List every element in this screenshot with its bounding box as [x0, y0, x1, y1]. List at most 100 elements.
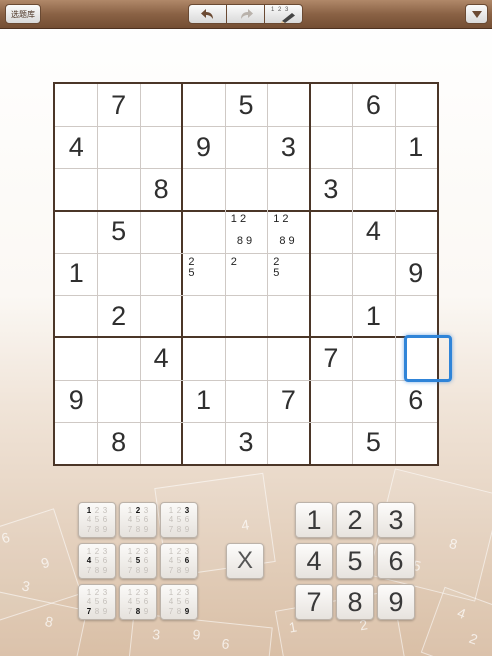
number-key-1[interactable]: 1	[295, 502, 333, 538]
number-key-4[interactable]: 4	[295, 543, 333, 579]
erase-button[interactable]: X	[226, 543, 264, 579]
number-key-7[interactable]: 7	[295, 584, 333, 620]
pencil-key-4[interactable]: 123 456789	[78, 543, 116, 579]
board-cell-r1c6[interactable]	[310, 126, 352, 168]
board-cell-r0c7[interactable]: 6	[352, 84, 394, 126]
board-cell-r4c7[interactable]	[352, 253, 394, 295]
board-cell-r5c1[interactable]: 2	[97, 295, 139, 337]
board-cell-r8c7[interactable]: 5	[352, 422, 394, 464]
board-cell-r3c6[interactable]	[310, 211, 352, 253]
pencil-notes-button[interactable]: 1 2 3	[264, 4, 303, 24]
board-cell-r1c5[interactable]: 3	[267, 126, 309, 168]
board-cell-r1c4[interactable]	[225, 126, 267, 168]
board-cell-r7c2[interactable]	[140, 380, 182, 422]
board-cell-r4c0[interactable]: 1	[55, 253, 97, 295]
board-cell-r8c8[interactable]	[395, 422, 437, 464]
menu-dropdown-button[interactable]	[465, 4, 488, 24]
number-key-3[interactable]: 3	[377, 502, 415, 538]
board-cell-r6c2[interactable]: 4	[140, 337, 182, 379]
number-key-9[interactable]: 9	[377, 584, 415, 620]
board-cell-r2c0[interactable]	[55, 168, 97, 210]
pencil-key-6[interactable]: 123 456789	[160, 543, 198, 579]
board-cell-r2c4[interactable]	[225, 168, 267, 210]
pencil-key-7[interactable]: 123 456789	[78, 584, 116, 620]
board-cell-r6c4[interactable]	[225, 337, 267, 379]
number-key-6[interactable]: 6	[377, 543, 415, 579]
board-cell-r3c4[interactable]: 1 2 8 9	[225, 211, 267, 253]
board-cell-r5c8[interactable]	[395, 295, 437, 337]
board-cell-r3c7[interactable]: 4	[352, 211, 394, 253]
board-cell-r6c5[interactable]	[267, 337, 309, 379]
board-cell-r8c3[interactable]	[182, 422, 224, 464]
board-cell-r8c4[interactable]: 3	[225, 422, 267, 464]
board-cell-r7c8[interactable]: 6	[395, 380, 437, 422]
board-cell-r0c2[interactable]	[140, 84, 182, 126]
board-cell-r7c5[interactable]: 7	[267, 380, 309, 422]
board-cell-r3c8[interactable]	[395, 211, 437, 253]
board-cell-r8c0[interactable]	[55, 422, 97, 464]
board-cell-r5c0[interactable]	[55, 295, 97, 337]
board-cell-r5c4[interactable]	[225, 295, 267, 337]
board-cell-r8c5[interactable]	[267, 422, 309, 464]
board-cell-r5c5[interactable]	[267, 295, 309, 337]
board-cell-r2c5[interactable]	[267, 168, 309, 210]
board-cell-r1c1[interactable]	[97, 126, 139, 168]
board-cell-r2c3[interactable]	[182, 168, 224, 210]
board-cell-r0c6[interactable]	[310, 84, 352, 126]
board-cell-r6c0[interactable]	[55, 337, 97, 379]
board-cell-r0c4[interactable]: 5	[225, 84, 267, 126]
board-cell-r7c0[interactable]: 9	[55, 380, 97, 422]
number-key-5[interactable]: 5	[336, 543, 374, 579]
board-cell-r4c4[interactable]: 2	[225, 253, 267, 295]
board-cell-r4c1[interactable]	[97, 253, 139, 295]
pencil-key-2[interactable]: 123 456789	[119, 502, 157, 538]
board-cell-r0c8[interactable]	[395, 84, 437, 126]
board-cell-r7c4[interactable]	[225, 380, 267, 422]
board-cell-r3c5[interactable]: 1 2 8 9	[267, 211, 309, 253]
board-cell-r1c0[interactable]: 4	[55, 126, 97, 168]
board-cell-r8c2[interactable]	[140, 422, 182, 464]
board-cell-r6c7[interactable]	[352, 337, 394, 379]
board-cell-r5c2[interactable]	[140, 295, 182, 337]
board-cell-r7c7[interactable]	[352, 380, 394, 422]
board-cell-r5c6[interactable]	[310, 295, 352, 337]
redo-button[interactable]	[226, 4, 265, 24]
board-cell-r7c3[interactable]: 1	[182, 380, 224, 422]
board-cell-r7c6[interactable]	[310, 380, 352, 422]
pencil-key-8[interactable]: 123 456789	[119, 584, 157, 620]
board-cell-r4c2[interactable]	[140, 253, 182, 295]
board-cell-r4c5[interactable]: 2 5	[267, 253, 309, 295]
board-cell-r3c3[interactable]	[182, 211, 224, 253]
board-cell-r7c1[interactable]	[97, 380, 139, 422]
board-cell-r8c1[interactable]: 8	[97, 422, 139, 464]
pencil-key-1[interactable]: 123 456789	[78, 502, 116, 538]
board-cell-r0c0[interactable]	[55, 84, 97, 126]
board-cell-r0c5[interactable]	[267, 84, 309, 126]
board-cell-r1c8[interactable]: 1	[395, 126, 437, 168]
board-cell-r2c2[interactable]: 8	[140, 168, 182, 210]
board-cell-r1c3[interactable]: 9	[182, 126, 224, 168]
board-cell-r0c3[interactable]	[182, 84, 224, 126]
board-cell-r2c6[interactable]: 3	[310, 168, 352, 210]
board-cell-r5c7[interactable]: 1	[352, 295, 394, 337]
pencil-key-9[interactable]: 123 456789	[160, 584, 198, 620]
board-cell-r4c3[interactable]: 2 5	[182, 253, 224, 295]
board-cell-r4c6[interactable]	[310, 253, 352, 295]
board-cell-r3c0[interactable]	[55, 211, 97, 253]
board-cell-r0c1[interactable]: 7	[97, 84, 139, 126]
board-cell-r6c1[interactable]	[97, 337, 139, 379]
board-cell-r1c7[interactable]	[352, 126, 394, 168]
board-cell-r2c7[interactable]	[352, 168, 394, 210]
board-cell-r1c2[interactable]	[140, 126, 182, 168]
board-cell-r8c6[interactable]	[310, 422, 352, 464]
board-cell-r4c8[interactable]: 9	[395, 253, 437, 295]
undo-button[interactable]	[188, 4, 227, 24]
board-cell-r6c3[interactable]	[182, 337, 224, 379]
board-cell-r2c1[interactable]	[97, 168, 139, 210]
board-cell-r6c6[interactable]: 7	[310, 337, 352, 379]
board-cell-r2c8[interactable]	[395, 168, 437, 210]
board-cell-r5c3[interactable]	[182, 295, 224, 337]
number-key-8[interactable]: 8	[336, 584, 374, 620]
number-key-2[interactable]: 2	[336, 502, 374, 538]
board-cell-r3c2[interactable]	[140, 211, 182, 253]
